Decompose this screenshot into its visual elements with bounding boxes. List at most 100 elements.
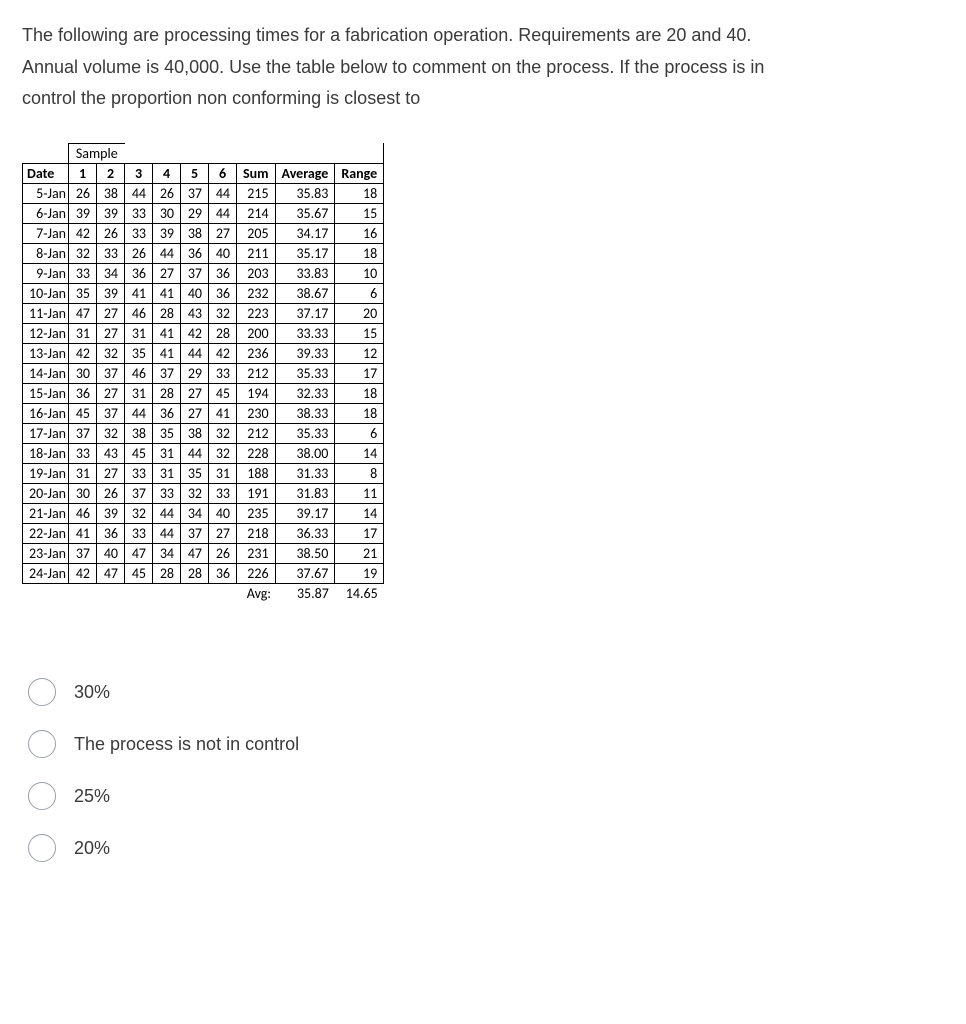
cell: 27	[97, 303, 125, 323]
cell: 188	[237, 463, 276, 483]
cell: 17-Jan	[23, 423, 69, 443]
header-row: Date123456SumAverageRange	[23, 163, 384, 183]
cell: 45	[69, 403, 97, 423]
cell: 44	[153, 503, 181, 523]
table-row: 10-Jan35394141403623238.676	[23, 283, 384, 303]
cell: 18	[335, 403, 384, 423]
cell: 11	[335, 483, 384, 503]
cell: 31.83	[275, 483, 335, 503]
cell: 19-Jan	[23, 463, 69, 483]
cell: 47	[125, 543, 153, 563]
cell: 230	[237, 403, 276, 423]
col-header: 5	[181, 163, 209, 183]
radio-icon[interactable]	[28, 730, 56, 758]
cell: 205	[237, 223, 276, 243]
cell: 32	[181, 483, 209, 503]
cell: 33	[125, 203, 153, 223]
cell: 26	[69, 183, 97, 203]
cell: 43	[97, 443, 125, 463]
cell: 41	[209, 403, 237, 423]
cell: 20-Jan	[23, 483, 69, 503]
cell: 42	[209, 343, 237, 363]
cell: 21-Jan	[23, 503, 69, 523]
cell: 15	[335, 203, 384, 223]
option-2[interactable]: 25%	[28, 782, 944, 810]
cell: 38	[125, 423, 153, 443]
cell: 33	[97, 243, 125, 263]
cell: 44	[153, 523, 181, 543]
cell: 37	[125, 483, 153, 503]
cell: 235	[237, 503, 276, 523]
cell: 36	[125, 263, 153, 283]
table-row: 21-Jan46393244344023539.1714	[23, 503, 384, 523]
cell: 7-Jan	[23, 223, 69, 243]
avg-range: 14.65	[335, 583, 384, 603]
cell: 36	[209, 263, 237, 283]
cell: 33.33	[275, 323, 335, 343]
cell: 40	[209, 503, 237, 523]
option-label: 30%	[74, 682, 110, 703]
cell: 31	[69, 463, 97, 483]
cell: 36	[97, 523, 125, 543]
cell: 45	[125, 563, 153, 583]
option-label: The process is not in control	[74, 734, 299, 755]
cell: 9-Jan	[23, 263, 69, 283]
cell: 44	[181, 443, 209, 463]
cell: 36	[153, 403, 181, 423]
radio-icon[interactable]	[28, 834, 56, 862]
cell: 46	[69, 503, 97, 523]
cell: 36	[209, 563, 237, 583]
cell: 34.17	[275, 223, 335, 243]
cell: 36	[181, 243, 209, 263]
q-line-3: control the proportion non conforming is…	[22, 88, 420, 108]
cell: 215	[237, 183, 276, 203]
cell: 47	[69, 303, 97, 323]
cell: 24-Jan	[23, 563, 69, 583]
cell: 33	[125, 523, 153, 543]
cell: 38	[181, 423, 209, 443]
cell: 14-Jan	[23, 363, 69, 383]
cell: 32	[69, 243, 97, 263]
cell: 27	[209, 223, 237, 243]
cell: 28	[181, 563, 209, 583]
cell: 212	[237, 423, 276, 443]
cell: 20	[335, 303, 384, 323]
radio-icon[interactable]	[28, 678, 56, 706]
cell: 16	[335, 223, 384, 243]
cell: 10-Jan	[23, 283, 69, 303]
cell: 37.17	[275, 303, 335, 323]
cell: 37	[153, 363, 181, 383]
table-row: 11-Jan47274628433222337.1720	[23, 303, 384, 323]
cell: 34	[97, 263, 125, 283]
table-row: 16-Jan45374436274123038.3318	[23, 403, 384, 423]
cell: 26	[125, 243, 153, 263]
cell: 27	[97, 383, 125, 403]
option-1[interactable]: The process is not in control	[28, 730, 944, 758]
cell: 39	[97, 503, 125, 523]
cell: 44	[209, 203, 237, 223]
cell: 41	[69, 523, 97, 543]
cell: 41	[125, 283, 153, 303]
cell: 33	[209, 363, 237, 383]
cell: 44	[125, 183, 153, 203]
col-header: 3	[125, 163, 153, 183]
cell: 33	[69, 443, 97, 463]
option-3[interactable]: 20%	[28, 834, 944, 862]
cell: 29	[181, 203, 209, 223]
table-row: 9-Jan33343627373620333.8310	[23, 263, 384, 283]
avg-label: Avg:	[237, 583, 276, 603]
cell: 22-Jan	[23, 523, 69, 543]
table-row: 22-Jan41363344372721836.3317	[23, 523, 384, 543]
radio-icon[interactable]	[28, 782, 56, 810]
col-header: Range	[335, 163, 384, 183]
cell: 32	[209, 443, 237, 463]
cell: 17	[335, 523, 384, 543]
cell: 28	[153, 563, 181, 583]
data-table: Sample Date123456SumAverageRange 5-Jan26…	[22, 143, 384, 604]
cell: 12	[335, 343, 384, 363]
table-body: 5-Jan26384426374421535.83186-Jan39393330…	[23, 183, 384, 583]
option-0[interactable]: 30%	[28, 678, 944, 706]
cell: 27	[209, 523, 237, 543]
cell: 37	[181, 263, 209, 283]
cell: 27	[97, 323, 125, 343]
